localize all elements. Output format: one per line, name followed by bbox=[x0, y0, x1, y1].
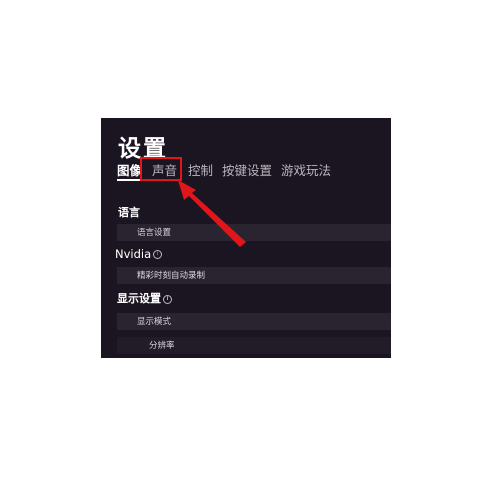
nvidia-highlights-label: 精彩时刻自动录制 bbox=[137, 271, 206, 281]
tab-gameplay[interactable]: 游戏玩法 bbox=[281, 160, 331, 179]
annotation-highlight-box bbox=[140, 157, 182, 181]
tab-controls-label: 控制 bbox=[188, 163, 214, 178]
language-setting-label: 语言设置 bbox=[137, 228, 172, 238]
info-icon[interactable]: i bbox=[163, 294, 172, 304]
tab-gameplay-label: 游戏玩法 bbox=[281, 163, 332, 178]
tab-keybindings-label: 按键设置 bbox=[222, 163, 273, 178]
tab-controls[interactable]: 控制 bbox=[188, 160, 213, 179]
tab-graphics[interactable]: 图像 bbox=[117, 160, 143, 181]
section-language-title: 语言 bbox=[118, 206, 140, 219]
tab-keybindings[interactable]: 按键设置 bbox=[222, 160, 272, 179]
display-mode-row[interactable]: 显示模式 bbox=[117, 313, 391, 330]
display-mode-label: 显示模式 bbox=[137, 317, 172, 327]
section-nvidia-title: Nvidia i bbox=[115, 247, 163, 261]
section-nvidia-label: Nvidia bbox=[115, 247, 152, 261]
resolution-label: 分辨率 bbox=[149, 341, 175, 351]
section-display-title: 显示设置 i bbox=[117, 290, 172, 306]
settings-panel: 设置 图像 声音 控制 按键设置 游戏玩法 语言 语言设置 Nvidia i 精彩… bbox=[101, 118, 391, 358]
section-display-label: 显示设置 bbox=[117, 292, 161, 305]
tab-graphics-label: 图像 bbox=[117, 163, 143, 178]
nvidia-highlights-row[interactable]: 精彩时刻自动录制 bbox=[117, 267, 391, 284]
info-icon[interactable]: i bbox=[153, 250, 163, 259]
language-setting-row[interactable]: 语言设置 bbox=[117, 224, 391, 241]
resolution-row[interactable]: 分辨率 bbox=[117, 337, 391, 354]
